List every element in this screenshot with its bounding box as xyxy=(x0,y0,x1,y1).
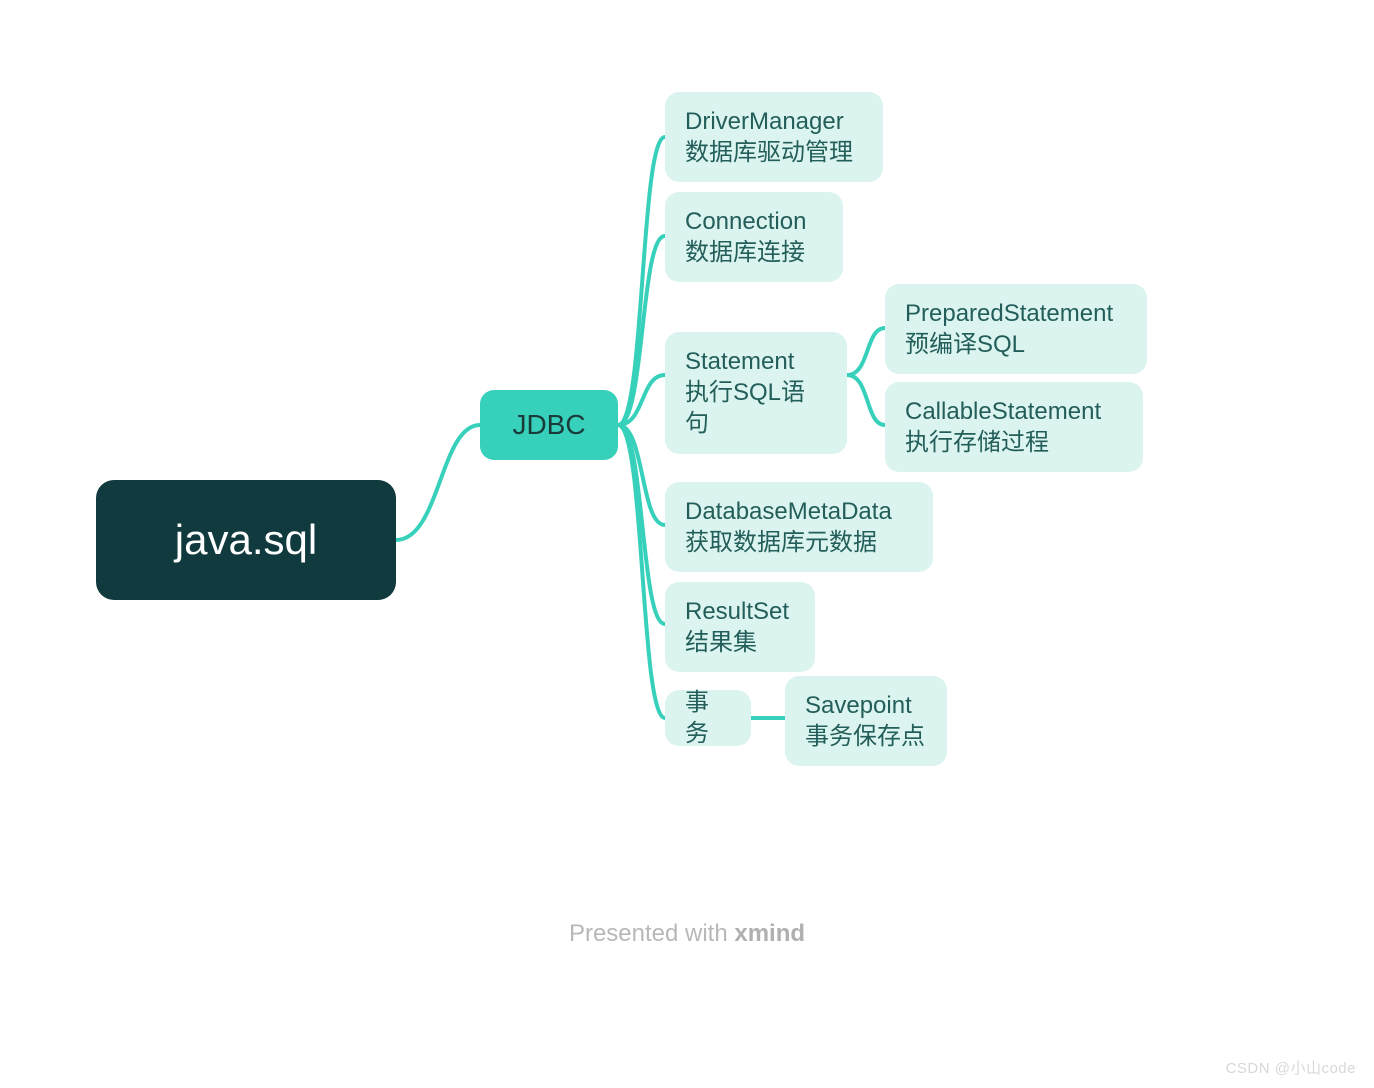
node-drivermanager: DriverManager 数据库驱动管理 xyxy=(665,92,883,182)
node-resultset: ResultSet 结果集 xyxy=(665,582,815,672)
node-callablestatement: CallableStatement 执行存储过程 xyxy=(885,382,1143,472)
node-preparedstatement: PreparedStatement 预编译SQL xyxy=(885,284,1147,374)
node-savepoint: Savepoint 事务保存点 xyxy=(785,676,947,766)
node-title: Statement xyxy=(685,346,794,377)
node-title: ResultSet xyxy=(685,596,789,627)
root-label: java.sql xyxy=(175,513,317,568)
node-subtitle: 事务保存点 xyxy=(805,721,925,752)
node-subtitle: 结果集 xyxy=(685,627,757,658)
node-jdbc-label: JDBC xyxy=(512,407,585,443)
footer-credit: Presented with xmind xyxy=(569,920,805,948)
footer-prefix: Presented with xyxy=(569,920,734,947)
footer-brand: xmind xyxy=(734,920,805,947)
node-subtitle: 执行存储过程 xyxy=(905,427,1049,458)
watermark: CSDN @小山code xyxy=(1226,1057,1356,1078)
node-title: DatabaseMetaData xyxy=(685,496,892,527)
node-title: CallableStatement xyxy=(905,396,1101,427)
node-subtitle: 预编译SQL xyxy=(905,329,1025,360)
node-title: Savepoint xyxy=(805,690,912,721)
node-subtitle: 数据库连接 xyxy=(685,237,805,268)
node-title: PreparedStatement xyxy=(905,298,1113,329)
node-subtitle: 数据库驱动管理 xyxy=(685,137,853,168)
node-connection: Connection 数据库连接 xyxy=(665,192,843,282)
node-jdbc: JDBC xyxy=(480,390,618,460)
node-transaction: 事务 xyxy=(665,690,751,746)
node-statement: Statement 执行SQL语句 xyxy=(665,332,847,454)
node-subtitle: 获取数据库元数据 xyxy=(685,527,877,558)
node-title: Connection xyxy=(685,206,806,237)
node-title: DriverManager xyxy=(685,106,844,137)
root-node: java.sql xyxy=(96,480,396,600)
node-subtitle: 执行SQL语句 xyxy=(685,377,827,439)
node-databasemetadata: DatabaseMetaData 获取数据库元数据 xyxy=(665,482,933,572)
node-title: 事务 xyxy=(685,687,731,749)
